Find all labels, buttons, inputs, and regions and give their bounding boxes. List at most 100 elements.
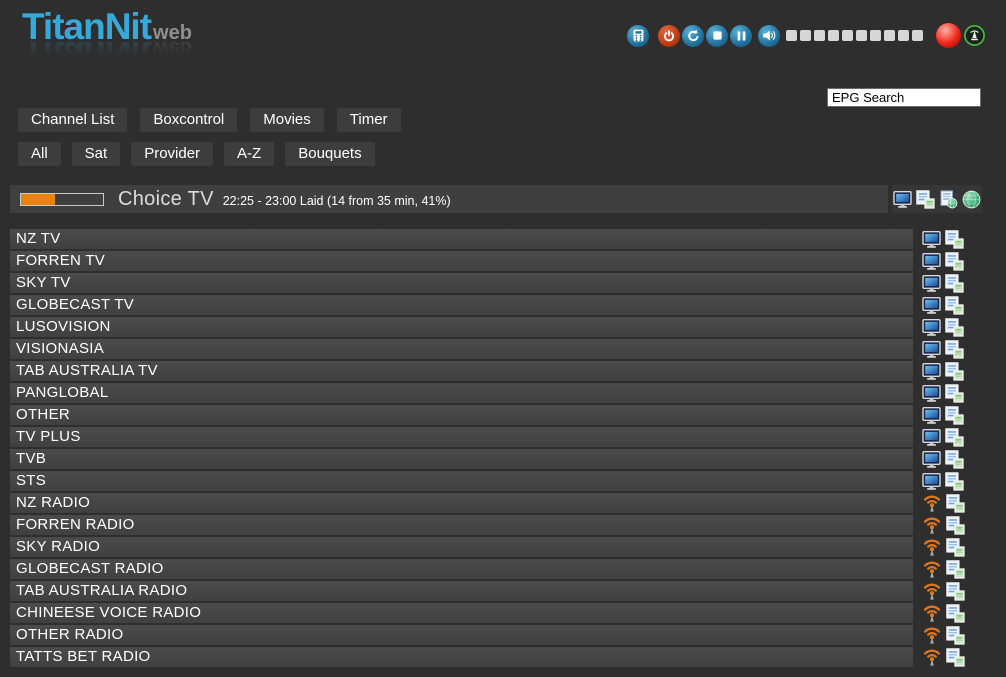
epg-list-icon[interactable] xyxy=(946,560,965,579)
filter-bouquets-button[interactable]: Bouquets xyxy=(285,142,374,166)
epg-document-icon[interactable] xyxy=(939,190,958,209)
epg-list-icon[interactable] xyxy=(945,450,964,469)
copy-pages-icon[interactable] xyxy=(916,190,935,209)
radio-antenna-icon[interactable] xyxy=(922,538,942,556)
channel-name[interactable]: STS xyxy=(10,471,913,491)
channel-name[interactable]: OTHER RADIO xyxy=(10,625,913,645)
epg-list-icon[interactable] xyxy=(945,384,964,403)
epg-list-icon[interactable] xyxy=(946,648,965,667)
tv-monitor-icon[interactable] xyxy=(922,231,941,248)
channel-name[interactable]: TATTS BET RADIO xyxy=(10,647,913,667)
volume-segment[interactable] xyxy=(912,30,923,41)
volume-segment[interactable] xyxy=(870,30,881,41)
tv-monitor-icon[interactable] xyxy=(922,319,941,336)
channel-name[interactable]: TVB xyxy=(10,449,913,469)
volume-segment[interactable] xyxy=(828,30,839,41)
tv-monitor-icon[interactable] xyxy=(922,407,941,424)
channel-name[interactable]: SKY TV xyxy=(10,273,913,293)
channel-name[interactable]: FORREN TV xyxy=(10,251,913,271)
radio-antenna-icon[interactable] xyxy=(922,516,942,534)
volume-segment[interactable] xyxy=(800,30,811,41)
tv-monitor-icon[interactable] xyxy=(922,275,941,292)
tv-monitor-icon[interactable] xyxy=(922,451,941,468)
channel-name[interactable]: NZ TV xyxy=(10,229,913,249)
channel-name[interactable]: GLOBECAST RADIO xyxy=(10,559,913,579)
stream-antenna-icon[interactable] xyxy=(963,24,986,47)
epg-list-icon[interactable] xyxy=(946,538,965,557)
channel-row-actions xyxy=(922,340,964,359)
volume-segment[interactable] xyxy=(814,30,825,41)
tv-monitor-icon[interactable] xyxy=(922,297,941,314)
channel-name[interactable]: SKY RADIO xyxy=(10,537,913,557)
nav-movies-button[interactable]: Movies xyxy=(250,108,324,132)
epg-list-icon[interactable] xyxy=(946,582,965,601)
epg-list-icon[interactable] xyxy=(945,274,964,293)
nav-boxcontrol-button[interactable]: Boxcontrol xyxy=(140,108,237,132)
current-epg-info: 22:25 - 23:00 Laid (14 from 35 min, 41%) xyxy=(223,194,451,208)
channel-name[interactable]: TAB AUSTRALIA RADIO xyxy=(10,581,913,601)
channel-name[interactable]: TV PLUS xyxy=(10,427,913,447)
channel-name[interactable]: PANGLOBAL xyxy=(10,383,913,403)
channel-name[interactable]: VISIONASIA xyxy=(10,339,913,359)
channel-row: GLOBECAST RADIO xyxy=(10,558,996,580)
radio-antenna-icon[interactable] xyxy=(922,560,942,578)
channel-row-actions xyxy=(922,516,965,535)
channel-row: TV PLUS xyxy=(10,426,996,448)
channel-name[interactable]: FORREN RADIO xyxy=(10,515,913,535)
channel-name[interactable]: CHINEESE VOICE RADIO xyxy=(10,603,913,623)
epg-list-icon[interactable] xyxy=(946,516,965,535)
epg-list-icon[interactable] xyxy=(945,472,964,491)
channel-list: NZ TV FORREN TV xyxy=(10,228,996,668)
radio-antenna-icon[interactable] xyxy=(922,626,942,644)
epg-list-icon[interactable] xyxy=(946,626,965,645)
epg-list-icon[interactable] xyxy=(946,604,965,623)
pause-icon[interactable] xyxy=(730,25,752,47)
filter-sat-button[interactable]: Sat xyxy=(72,142,121,166)
tv-monitor-icon[interactable] xyxy=(922,473,941,490)
volume-segment[interactable] xyxy=(842,30,853,41)
record-indicator[interactable] xyxy=(936,23,961,48)
channel-name[interactable]: LUSOVISION xyxy=(10,317,913,337)
stop-icon[interactable] xyxy=(706,25,728,47)
epg-list-icon[interactable] xyxy=(945,340,964,359)
tv-monitor-icon[interactable] xyxy=(922,385,941,402)
screenshot-monitor-icon[interactable] xyxy=(893,191,912,208)
filter-all-button[interactable]: All xyxy=(18,142,61,166)
epg-list-icon[interactable] xyxy=(945,406,964,425)
radio-antenna-icon[interactable] xyxy=(922,494,942,512)
channel-row-actions xyxy=(922,318,964,337)
radio-antenna-icon[interactable] xyxy=(922,648,942,666)
radio-antenna-icon[interactable] xyxy=(922,604,942,622)
channel-name[interactable]: GLOBECAST TV xyxy=(10,295,913,315)
tv-monitor-icon[interactable] xyxy=(922,341,941,358)
epg-search-input[interactable] xyxy=(827,88,981,107)
tv-monitor-icon[interactable] xyxy=(922,429,941,446)
channel-name[interactable]: OTHER xyxy=(10,405,913,425)
nav-channel-list-button[interactable]: Channel List xyxy=(18,108,127,132)
remote-control-icon[interactable] xyxy=(627,25,649,47)
volume-icon[interactable] xyxy=(758,25,780,47)
epg-list-icon[interactable] xyxy=(946,494,965,513)
epg-list-icon[interactable] xyxy=(945,230,964,249)
filter-az-button[interactable]: A-Z xyxy=(224,142,274,166)
radio-antenna-icon[interactable] xyxy=(922,582,942,600)
epg-list-icon[interactable] xyxy=(945,296,964,315)
filter-provider-button[interactable]: Provider xyxy=(131,142,213,166)
volume-segment[interactable] xyxy=(884,30,895,41)
epg-list-icon[interactable] xyxy=(945,362,964,381)
volume-segment[interactable] xyxy=(898,30,909,41)
volume-segment[interactable] xyxy=(786,30,797,41)
filter-nav: All Sat Provider A-Z Bouquets xyxy=(18,142,375,166)
nav-timer-button[interactable]: Timer xyxy=(337,108,401,132)
power-icon[interactable] xyxy=(658,25,680,47)
channel-name[interactable]: TAB AUSTRALIA TV xyxy=(10,361,913,381)
volume-segment[interactable] xyxy=(856,30,867,41)
epg-list-icon[interactable] xyxy=(945,318,964,337)
tv-monitor-icon[interactable] xyxy=(922,253,941,270)
epg-list-icon[interactable] xyxy=(945,428,964,447)
channel-name[interactable]: NZ RADIO xyxy=(10,493,913,513)
tv-monitor-icon[interactable] xyxy=(922,363,941,380)
web-globe-icon[interactable] xyxy=(962,190,981,209)
epg-list-icon[interactable] xyxy=(945,252,964,271)
refresh-icon[interactable] xyxy=(682,25,704,47)
